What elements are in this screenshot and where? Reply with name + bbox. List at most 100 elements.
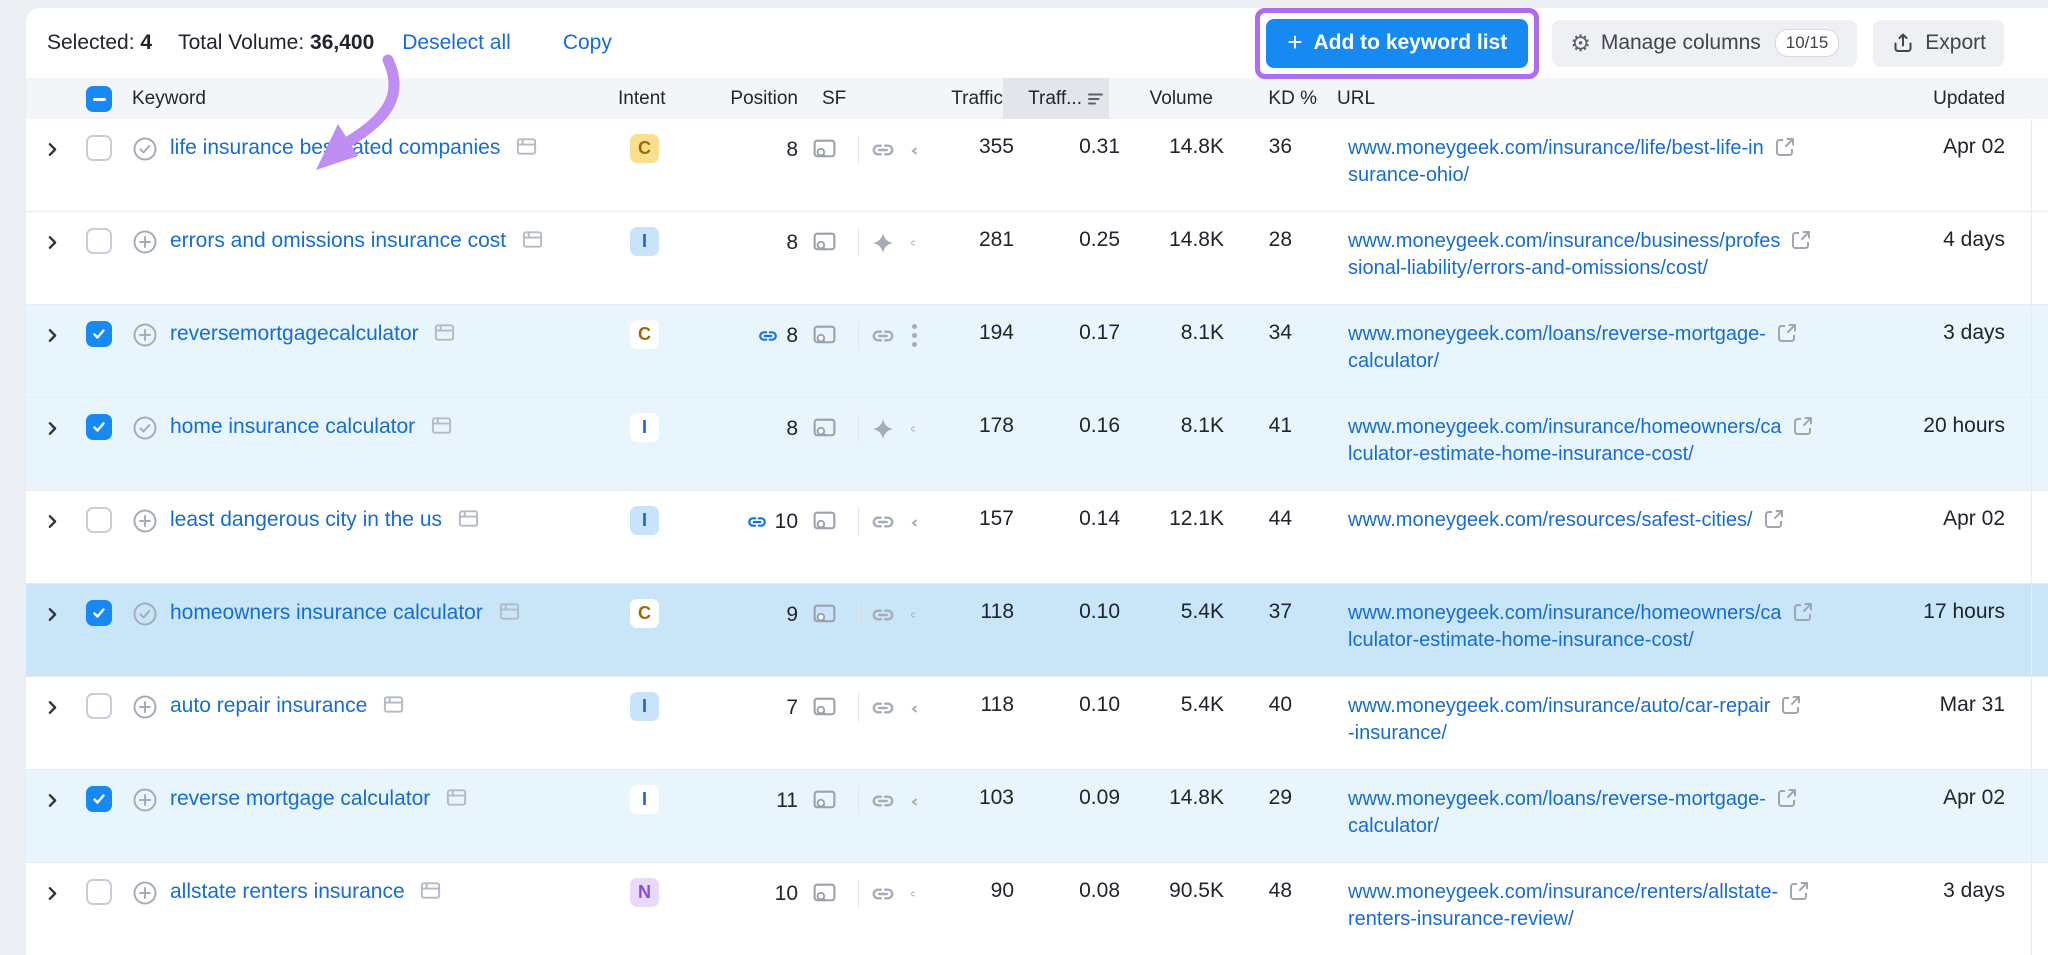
- external-link-icon[interactable]: [1779, 693, 1803, 717]
- plus-circle-icon[interactable]: [132, 507, 170, 540]
- keyword-link[interactable]: home insurance calculator: [170, 415, 415, 438]
- plus-circle-icon[interactable]: [132, 786, 170, 819]
- url-link-line2[interactable]: lculator-estimate-home-insurance-cost/: [1348, 443, 1694, 465]
- column-header-url[interactable]: URL: [1337, 88, 1861, 110]
- keyword-link[interactable]: errors and omissions insurance cost: [170, 229, 506, 252]
- expand-chevron-icon[interactable]: [44, 228, 86, 257]
- column-header-updated[interactable]: Updated: [1861, 88, 2005, 110]
- row-checkbox[interactable]: [86, 693, 112, 719]
- check-circle-icon[interactable]: [132, 600, 170, 633]
- serp-preview-icon[interactable]: [811, 880, 838, 907]
- serp-preview-icon[interactable]: [811, 508, 838, 535]
- serp-preview-icon[interactable]: [811, 136, 838, 163]
- serp-window-icon[interactable]: [419, 879, 442, 902]
- serp-preview-icon[interactable]: [811, 415, 838, 442]
- column-header-intent[interactable]: Intent: [618, 88, 698, 110]
- row-checkbox[interactable]: [86, 228, 112, 254]
- external-link-icon[interactable]: [1791, 414, 1815, 438]
- manage-columns-button[interactable]: ⚙ Manage columns 10/15: [1552, 20, 1857, 67]
- serp-window-icon[interactable]: [457, 507, 480, 530]
- plus-circle-icon[interactable]: [132, 879, 170, 912]
- url-link[interactable]: www.moneygeek.com/insurance/business/pro…: [1348, 230, 1780, 252]
- serp-window-icon[interactable]: [498, 600, 521, 623]
- serp-preview-icon[interactable]: [811, 229, 838, 256]
- url-link[interactable]: www.moneygeek.com/insurance/life/best-li…: [1348, 137, 1764, 159]
- url-link-line2[interactable]: calculator/: [1348, 350, 1439, 372]
- column-header-traffic-pct[interactable]: Traff...: [1003, 78, 1109, 119]
- serp-preview-icon[interactable]: [811, 322, 838, 349]
- row-checkbox[interactable]: [86, 321, 112, 347]
- keyword-link[interactable]: allstate renters insurance: [170, 880, 405, 903]
- select-all-checkbox[interactable]: [86, 86, 112, 112]
- external-link-icon[interactable]: [1773, 135, 1797, 159]
- external-link-icon[interactable]: [1791, 600, 1815, 624]
- row-checkbox[interactable]: [86, 507, 112, 533]
- column-header-position[interactable]: Position: [698, 88, 798, 110]
- kd-value: 36: [1224, 135, 1292, 159]
- keyword-link[interactable]: least dangerous city in the us: [170, 508, 442, 531]
- url-link[interactable]: www.moneygeek.com/insurance/homeowners/c…: [1348, 602, 1782, 624]
- expand-chevron-icon[interactable]: [44, 135, 86, 164]
- url-link-line2[interactable]: renters-insurance-review/: [1348, 908, 1574, 930]
- url-link[interactable]: www.moneygeek.com/resources/safest-citie…: [1348, 509, 1753, 531]
- plus-circle-icon[interactable]: [132, 321, 170, 354]
- intent-cell: I: [618, 786, 698, 814]
- url-link-line2[interactable]: sional-liability/errors-and-omissions/co…: [1348, 257, 1708, 279]
- expand-chevron-icon[interactable]: [44, 786, 86, 815]
- serp-window-icon[interactable]: [433, 321, 456, 344]
- position-value: 10: [775, 510, 798, 534]
- row-checkbox[interactable]: [86, 600, 112, 626]
- url-link[interactable]: www.moneygeek.com/insurance/auto/car-rep…: [1348, 695, 1770, 717]
- expand-chevron-icon[interactable]: [44, 414, 86, 443]
- url-link[interactable]: www.moneygeek.com/loans/reverse-mortgage…: [1348, 323, 1766, 345]
- plus-circle-icon[interactable]: [132, 228, 170, 261]
- keyword-link[interactable]: reverse mortgage calculator: [170, 787, 430, 810]
- url-link-line2[interactable]: lculator-estimate-home-insurance-cost/: [1348, 629, 1694, 651]
- keyword-link[interactable]: auto repair insurance: [170, 694, 367, 717]
- export-button[interactable]: Export: [1873, 20, 2004, 67]
- copy-button[interactable]: Copy: [563, 31, 612, 55]
- external-link-icon[interactable]: [1775, 786, 1799, 810]
- serp-window-icon[interactable]: [521, 228, 544, 251]
- keyword-link[interactable]: homeowners insurance calculator: [170, 601, 483, 624]
- add-to-keyword-list-button[interactable]: + Add to keyword list: [1266, 19, 1528, 68]
- serp-preview-icon[interactable]: [811, 787, 838, 814]
- url-link-line2[interactable]: calculator/: [1348, 815, 1439, 837]
- check-circle-icon[interactable]: [132, 414, 170, 447]
- expand-chevron-icon[interactable]: [44, 600, 86, 629]
- serp-window-icon[interactable]: [430, 414, 453, 437]
- row-checkbox[interactable]: [86, 786, 112, 812]
- url-link[interactable]: www.moneygeek.com/insurance/homeowners/c…: [1348, 416, 1782, 438]
- expand-chevron-icon[interactable]: [44, 321, 86, 350]
- column-header-keyword[interactable]: Keyword: [132, 88, 618, 110]
- column-header-sf[interactable]: SF: [798, 88, 945, 110]
- expand-chevron-icon[interactable]: [44, 507, 86, 536]
- url-link-line2[interactable]: -insurance/: [1348, 722, 1447, 744]
- keyword-link[interactable]: reversemortgagecalculator: [170, 322, 419, 345]
- url-link[interactable]: www.moneygeek.com/loans/reverse-mortgage…: [1348, 788, 1766, 810]
- external-link-icon[interactable]: [1762, 507, 1786, 531]
- expand-chevron-icon[interactable]: [44, 693, 86, 722]
- check-circle-icon[interactable]: [132, 135, 170, 168]
- column-header-kd[interactable]: KD %: [1213, 88, 1317, 110]
- serp-window-icon[interactable]: [445, 786, 468, 809]
- external-link-icon[interactable]: [1775, 321, 1799, 345]
- deselect-all-button[interactable]: Deselect all: [402, 31, 511, 55]
- row-checkbox[interactable]: [86, 879, 112, 905]
- expand-chevron-icon[interactable]: [44, 879, 86, 908]
- serp-preview-icon[interactable]: [811, 694, 838, 721]
- url-link-line2[interactable]: surance-ohio/: [1348, 164, 1469, 186]
- kd-dot-cell: [1292, 135, 1328, 159]
- column-header-traffic[interactable]: Traffic: [945, 88, 1003, 110]
- serp-window-icon[interactable]: [515, 135, 538, 158]
- keyword-link[interactable]: life insurance best rated companies: [170, 136, 500, 159]
- external-link-icon[interactable]: [1789, 228, 1813, 252]
- url-link[interactable]: www.moneygeek.com/insurance/renters/alls…: [1348, 881, 1778, 903]
- row-checkbox[interactable]: [86, 135, 112, 161]
- plus-circle-icon[interactable]: [132, 693, 170, 726]
- serp-preview-icon[interactable]: [811, 601, 838, 628]
- serp-window-icon[interactable]: [382, 693, 405, 716]
- row-checkbox[interactable]: [86, 414, 112, 440]
- column-header-volume[interactable]: Volume: [1109, 88, 1213, 110]
- external-link-icon[interactable]: [1787, 879, 1811, 903]
